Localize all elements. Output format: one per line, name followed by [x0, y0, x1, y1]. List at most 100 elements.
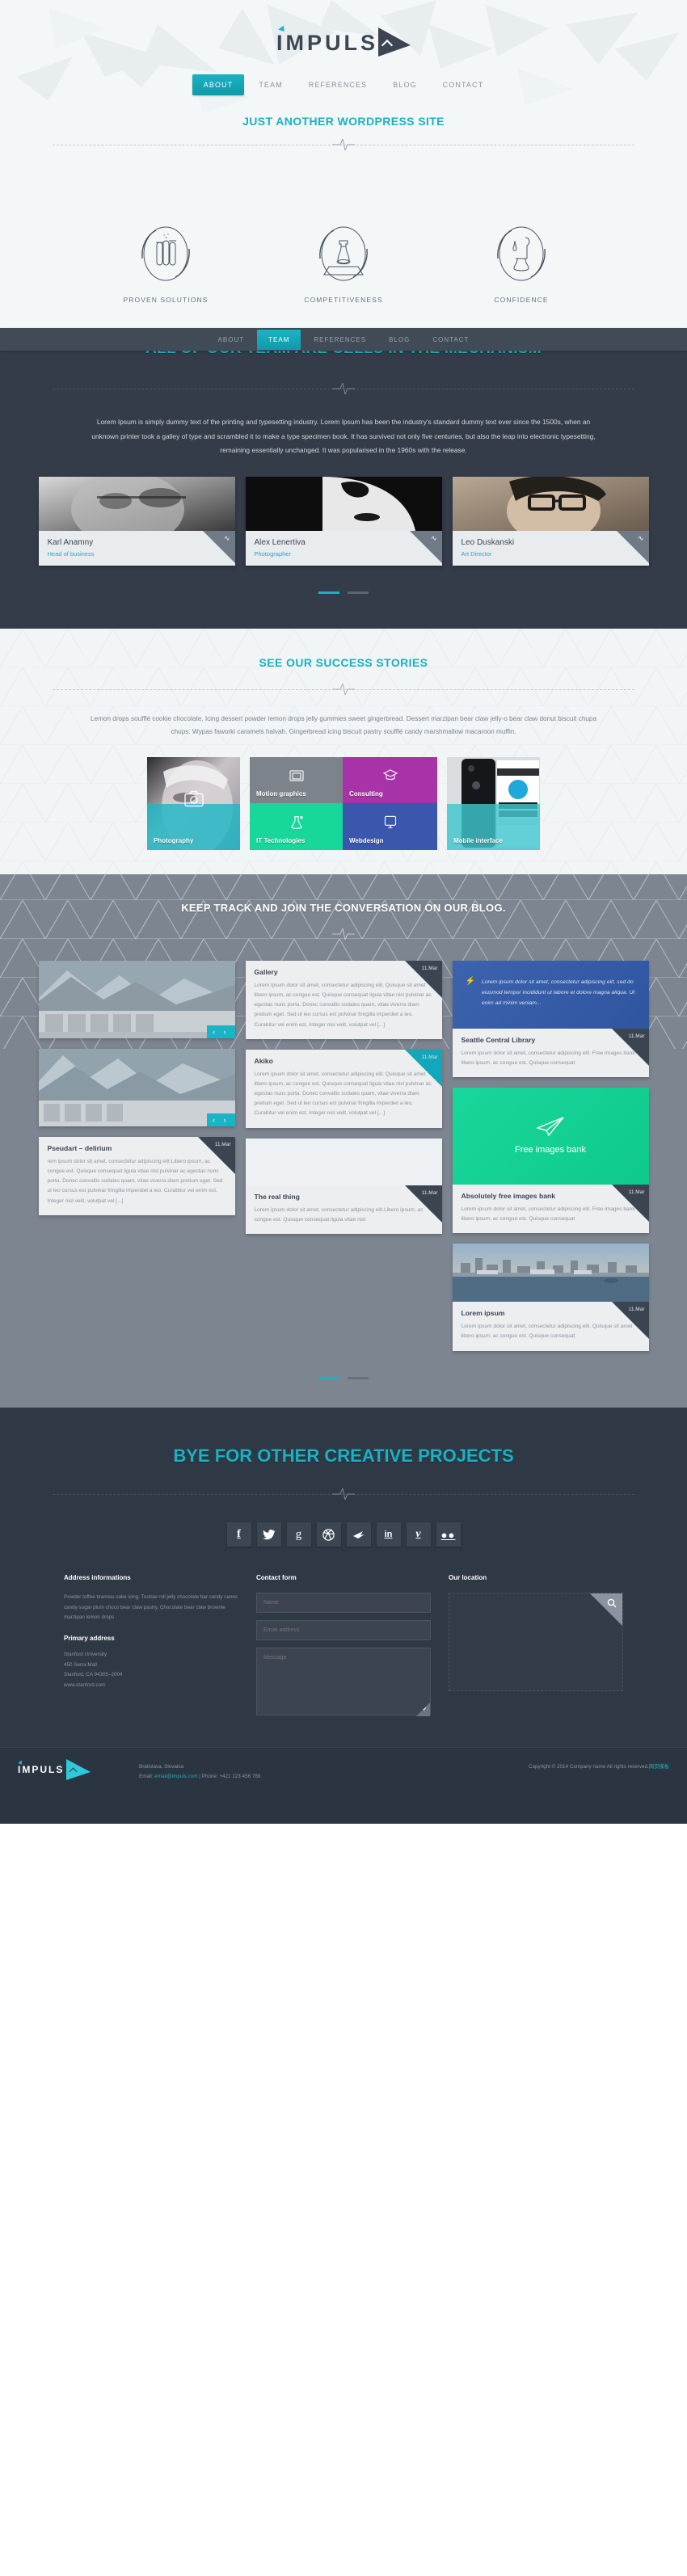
slider-dot[interactable]: [348, 1376, 369, 1379]
feature-proven-solutions[interactable]: PROVEN SOLUTIONS: [97, 220, 234, 304]
pulse-icon: ∿: [430, 533, 437, 542]
nav-item-about[interactable]: ABOUT: [192, 74, 245, 95]
blog-card-free-images[interactable]: Free images bank 11.Mar Absolutely free …: [452, 1087, 649, 1234]
blog-card-real-thing[interactable]: 11.Mar The real thing Lorem ipsum dolor …: [245, 1138, 442, 1235]
team-section: ABOUT TEAM REFERENCES BLOG CONTACT ALL O…: [0, 328, 687, 629]
blog-post-title: Lorem ipsum: [461, 1309, 505, 1318]
primary-address-heading: Primary address: [64, 1635, 115, 1643]
blog-body: Seattle Central Library Lorem ipsum dolo…: [453, 1029, 649, 1077]
main-nav[interactable]: ABOUT TEAM REFERENCES BLOG CONTACT: [0, 74, 687, 95]
footer-credit-link[interactable]: 网页模板: [649, 1764, 669, 1770]
sticky-nav-item-team[interactable]: TEAM: [257, 329, 301, 350]
team-card[interactable]: ∿ Karl Anamny Head of business: [38, 476, 235, 566]
nav-item-team[interactable]: TEAM: [247, 74, 293, 95]
flask-icon: [289, 815, 304, 834]
blog-section: KEEP TRACK AND JOIN THE CONVERSATION ON …: [0, 873, 687, 1408]
site-logo[interactable]: IMPULS: [0, 0, 687, 57]
sticky-nav-item-blog[interactable]: BLOG: [379, 330, 419, 349]
blog-post-title: Pseudart – delirium: [47, 1143, 112, 1152]
portfolio-tile-consulting[interactable]: Consulting: [343, 756, 437, 803]
blog-post-excerpt: Lorem ipsum dolor sit amet, consectetur …: [461, 1324, 633, 1340]
footer-email-link[interactable]: email@impuls.com: [154, 1774, 197, 1779]
blog-slider-controls[interactable]: ‹ ›: [207, 1025, 235, 1038]
blog-image: ‹ ›: [38, 1048, 235, 1126]
dribbble-icon[interactable]: [316, 1522, 341, 1547]
slider-dot-active[interactable]: [318, 591, 339, 594]
team-photo: [38, 476, 235, 531]
sticky-nav-item-about[interactable]: ABOUT: [209, 330, 255, 349]
google-plus-icon[interactable]: g: [286, 1522, 311, 1547]
nav-item-contact[interactable]: CONTACT: [432, 74, 495, 95]
message-wrapper: [256, 1648, 431, 1719]
linkedin-icon[interactable]: in: [376, 1522, 401, 1547]
sticky-nav[interactable]: ABOUT TEAM REFERENCES BLOG CONTACT: [0, 328, 687, 351]
divider-pulse: [53, 139, 634, 150]
team-slider-dots[interactable]: [0, 583, 687, 598]
pulse-icon: [332, 928, 355, 940]
footer-city: Bratislava, Slovakia: [139, 1764, 183, 1770]
address-heading: Address informations: [64, 1574, 131, 1582]
slider-dot[interactable]: [348, 591, 369, 594]
address-line: 450 Serra Mall: [64, 1661, 97, 1668]
team-member-name: Karl Anamny: [47, 537, 94, 547]
forrst-icon[interactable]: [346, 1522, 371, 1547]
blog-post-title: Gallery: [254, 967, 278, 976]
footer-email-prefix: Email:: [139, 1774, 155, 1780]
search-icon[interactable]: [607, 1598, 617, 1610]
email-field[interactable]: [256, 1620, 431, 1641]
camera-icon: [183, 791, 204, 811]
blog-card-pseudart[interactable]: 11.Mar Pseudart – delirium rem ipsum dol…: [38, 1136, 235, 1215]
team-photo: [245, 476, 442, 531]
blog-column-1: ‹ › ‹ › 11.Mar Pseudart – delirium rem i…: [38, 960, 235, 1351]
test-tubes-icon: [97, 220, 234, 288]
pulse-icon: ∿: [637, 533, 644, 542]
blog-card-lorem-ipsum[interactable]: 11.Mar Lorem ipsum Lorem ipsum dolor sit…: [452, 1244, 649, 1351]
message-field[interactable]: [256, 1648, 431, 1716]
slider-dot-active[interactable]: [318, 1376, 339, 1379]
contact-form-column: Contact form: [256, 1574, 431, 1719]
name-field[interactable]: [256, 1593, 431, 1614]
blog-body: Lorem ipsum Lorem ipsum dolor sit amet, …: [453, 1302, 649, 1350]
feature-competitiveness[interactable]: COMPETITIVENESS: [275, 220, 412, 304]
blog-post-excerpt: Lorem ipsum dolor sit amet, consectetur …: [254, 1206, 424, 1223]
portfolio-tile-photography[interactable]: Photography: [147, 756, 240, 850]
sticky-nav-item-contact[interactable]: CONTACT: [423, 330, 478, 349]
team-card[interactable]: ∿ Alex Lenertiva Photographer: [245, 476, 442, 566]
footer-logo-text: IMPULS: [18, 1759, 64, 1775]
blog-title: KEEP TRACK AND JOIN THE CONVERSATION ON …: [181, 901, 506, 914]
portfolio-tile-mobile-interface[interactable]: Mobile interface: [447, 756, 540, 850]
graduation-icon: [382, 769, 398, 786]
sticky-nav-item-references[interactable]: REFERENCES: [304, 330, 376, 349]
contact-section: Address informations Powder toffee tiram…: [0, 1547, 687, 1747]
feature-label: PROVEN SOLUTIONS: [123, 296, 209, 304]
twitter-icon[interactable]: [256, 1522, 281, 1547]
map-placeholder[interactable]: [449, 1593, 623, 1692]
page-root: IMPULS ABOUT TEAM REFERENCES BLOG CONTAC…: [0, 0, 687, 1825]
portfolio-midcol: Motion graphics Consulting IT Technologi…: [250, 756, 437, 850]
blog-slider-controls[interactable]: ‹ ›: [207, 1113, 235, 1126]
blog-column-2: 11.Mar Gallery Lorem ipsum dolor sit ame…: [245, 960, 442, 1351]
address-column: Address informations Powder toffee tiram…: [64, 1574, 238, 1719]
blog-image: ‹ ›: [38, 960, 235, 1038]
feature-confidence[interactable]: CONFIDENCE: [453, 220, 590, 304]
nav-item-references[interactable]: REFERENCES: [297, 74, 379, 95]
blog-slider-dots[interactable]: [0, 1369, 687, 1383]
monitor-icon: [383, 815, 397, 833]
nav-item-blog[interactable]: BLOG: [381, 74, 428, 95]
blog-card-image[interactable]: ‹ ›: [38, 960, 235, 1038]
social-links[interactable]: f g in v ●●: [0, 1522, 687, 1547]
team-card[interactable]: ∿ Leo Duskanski Art Director: [452, 476, 649, 566]
blog-card-akiko[interactable]: 11.Mar Akiko Lorem ipsum dolor sit amet,…: [245, 1049, 442, 1128]
site-tagline: JUST ANOTHER WORDPRESS SITE: [242, 115, 445, 128]
blog-card-seattle[interactable]: ⚡ Lorem ipsum dolor sit amet, consectetu…: [452, 960, 649, 1077]
portfolio-tile-motion-graphics[interactable]: Motion graphics: [250, 756, 343, 803]
blog-card-image[interactable]: ‹ ›: [38, 1048, 235, 1126]
vimeo-icon[interactable]: v: [406, 1522, 431, 1547]
paper-plane-icon: [378, 27, 411, 57]
blog-card-gallery[interactable]: 11.Mar Gallery Lorem ipsum dolor sit ame…: [245, 960, 442, 1039]
flickr-icon[interactable]: ●●: [436, 1522, 461, 1547]
footer-logo[interactable]: IMPULS: [18, 1759, 139, 1781]
portfolio-tile-it-technologies[interactable]: IT Technologies: [250, 802, 343, 850]
facebook-icon[interactable]: f: [226, 1522, 251, 1547]
portfolio-tile-webdesign[interactable]: Webdesign: [343, 802, 437, 850]
